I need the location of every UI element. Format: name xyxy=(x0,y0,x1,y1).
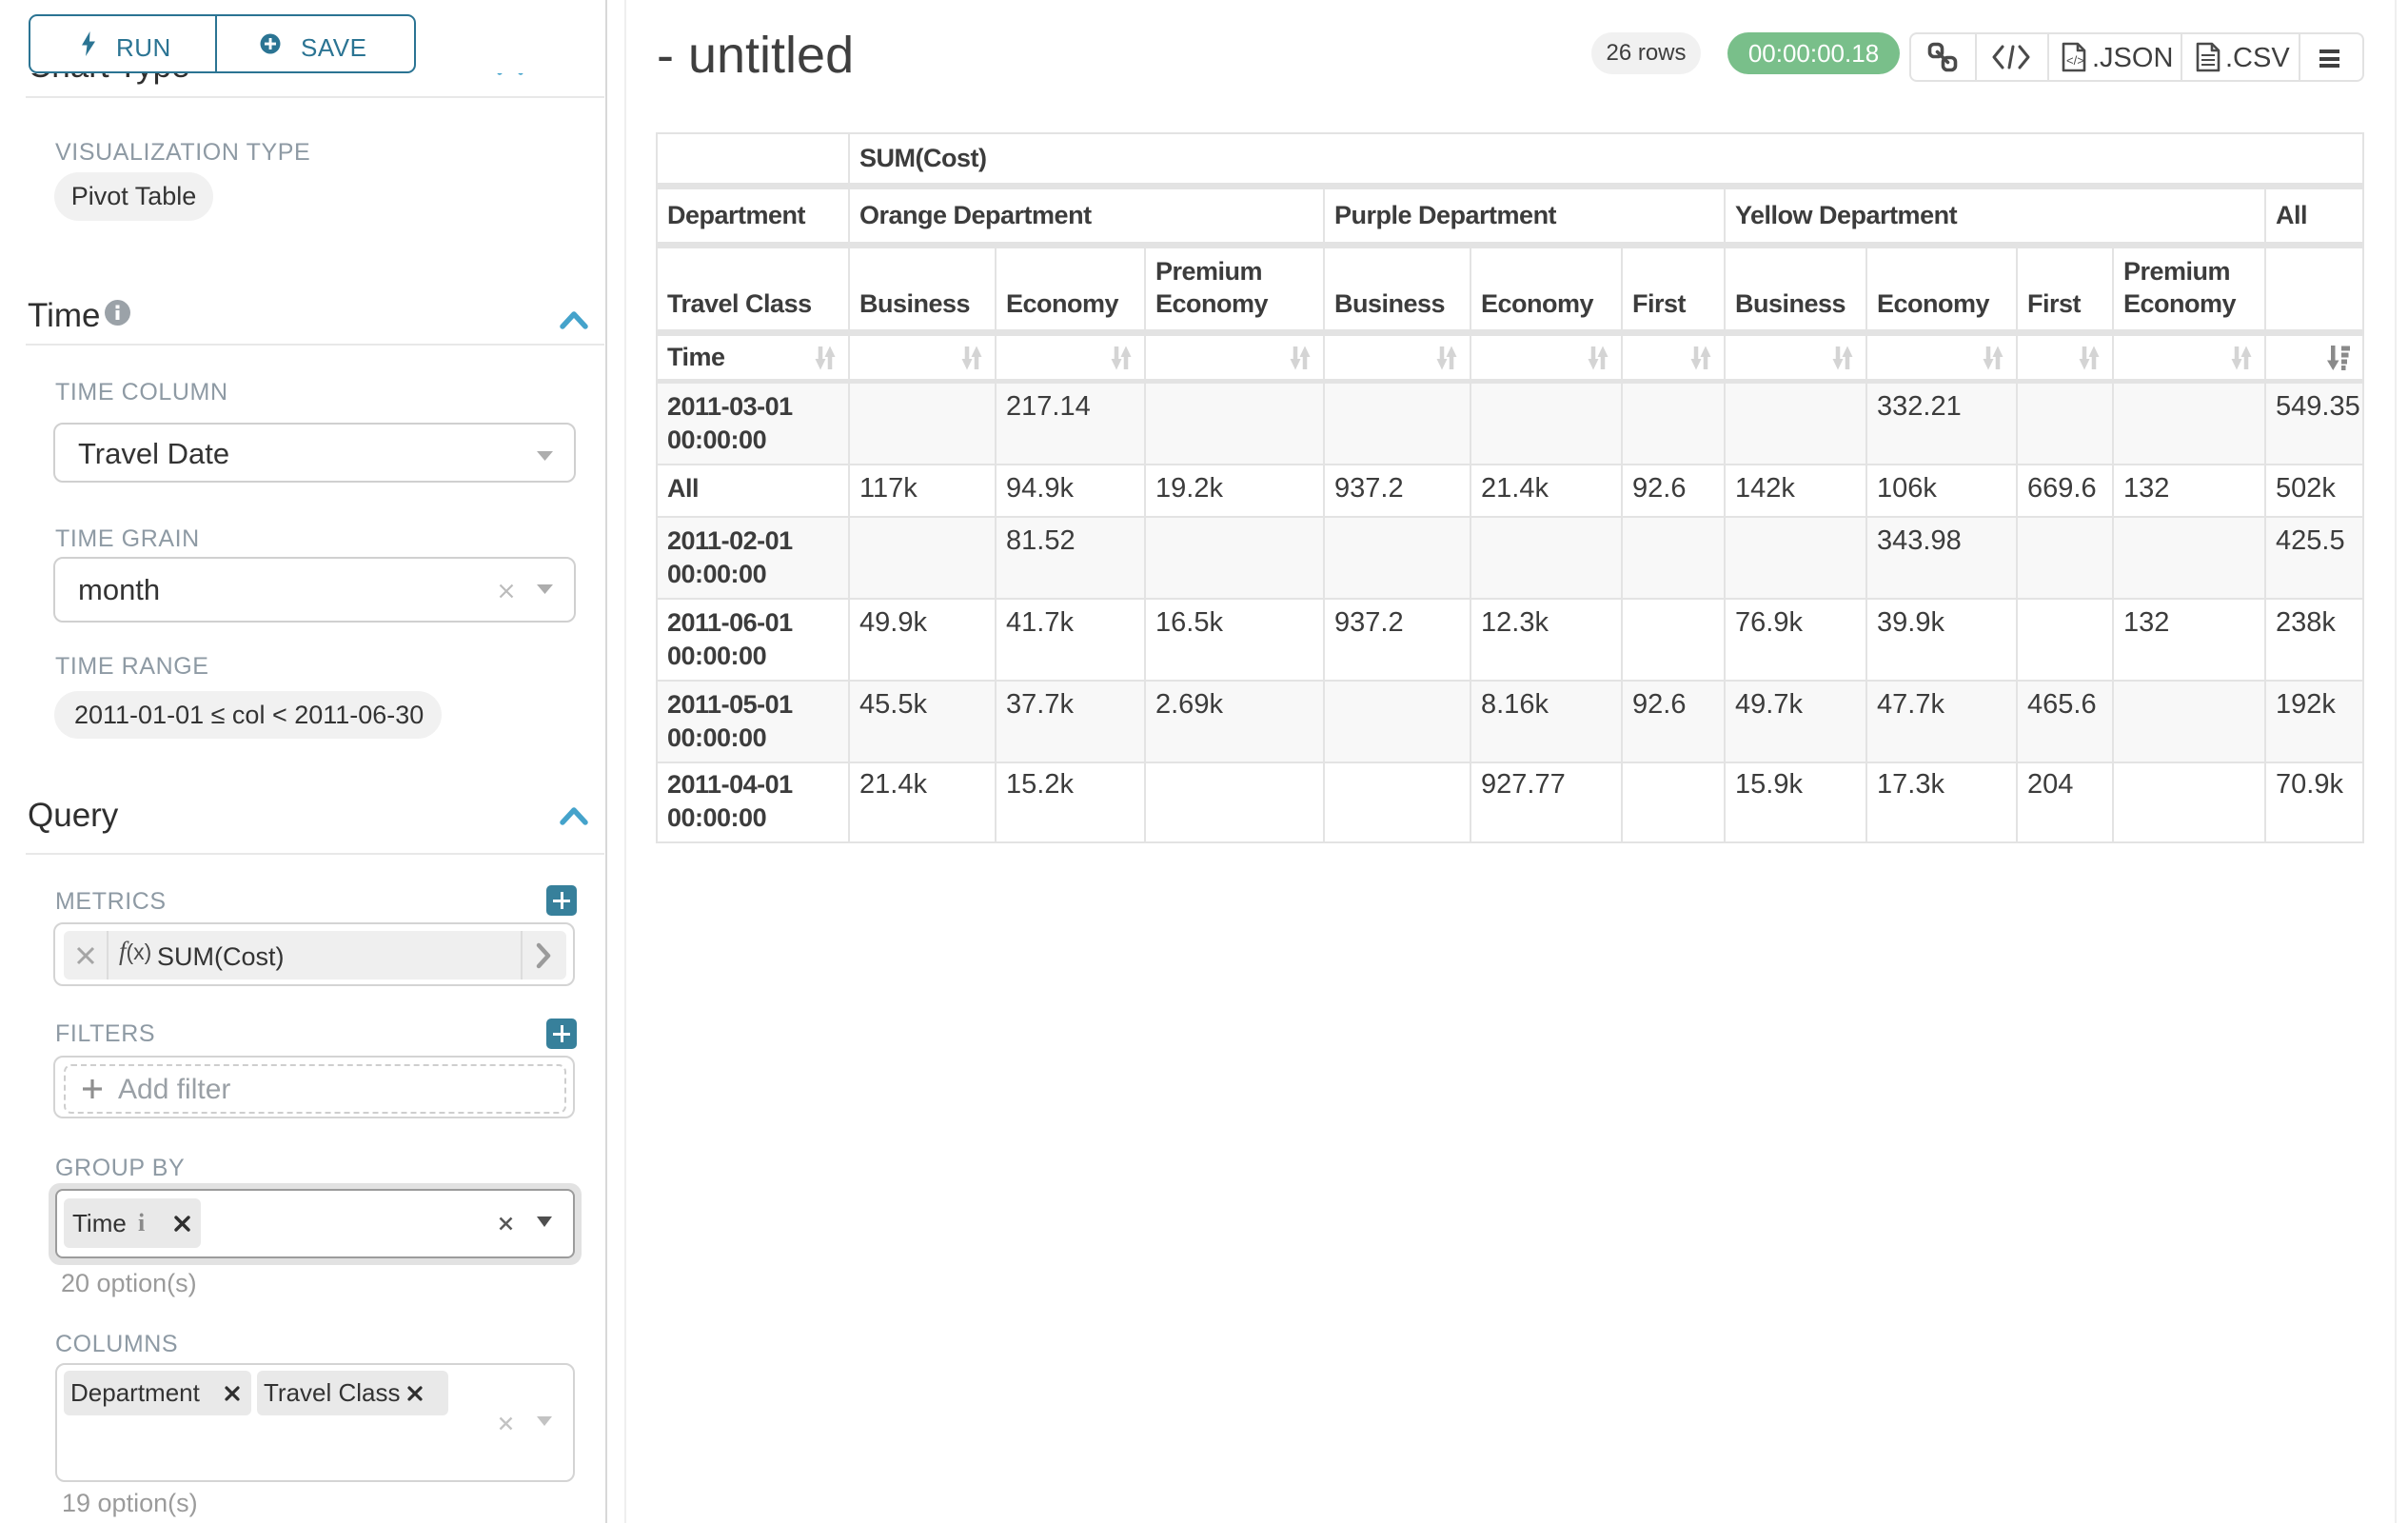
svg-text:</>: </> xyxy=(2066,53,2084,68)
